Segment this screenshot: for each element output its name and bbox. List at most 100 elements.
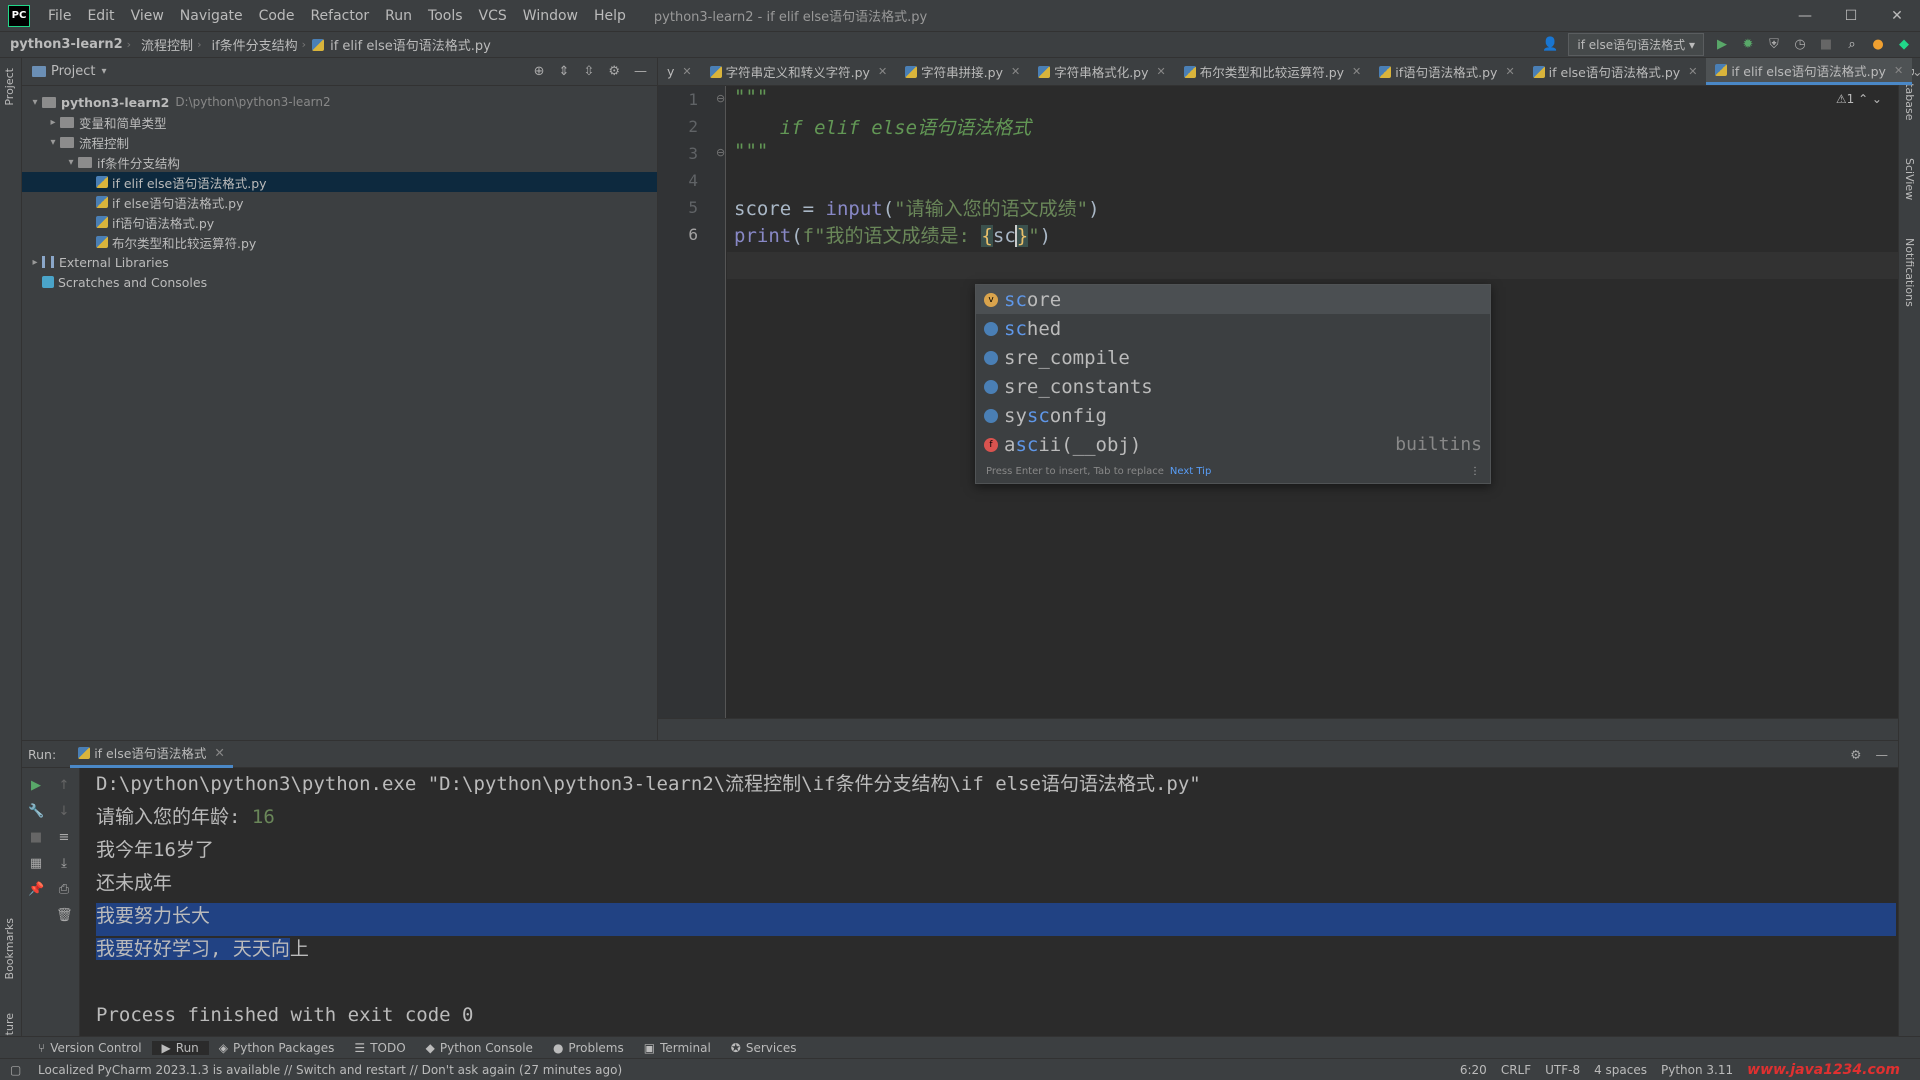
stop-icon[interactable]: ■ [1818, 37, 1834, 53]
stop-icon[interactable]: ■ [28, 830, 44, 846]
rerun-icon[interactable]: ▶ [28, 778, 44, 794]
close-icon[interactable]: ✕ [682, 65, 691, 78]
menu-run[interactable]: Run [377, 8, 420, 24]
editor-tab[interactable]: 布尔类型和比较运算符.py ✕ [1175, 58, 1371, 85]
python-packages-tab[interactable]: ◈ Python Packages [209, 1041, 345, 1055]
search-icon[interactable]: ⌕ [1844, 37, 1860, 53]
chevron-down-icon[interactable]: ⌄ [1912, 64, 1920, 79]
menu-vcs[interactable]: VCS [471, 8, 515, 24]
close-icon[interactable]: ✕ [1157, 65, 1166, 78]
run-tool-tab[interactable]: ▶ Run [151, 1040, 209, 1055]
menu-code[interactable]: Code [251, 8, 303, 24]
editor-tab[interactable]: y ✕ [658, 58, 701, 85]
menu-edit[interactable]: Edit [79, 8, 122, 24]
notifications-tool-button[interactable]: Notifications [1903, 238, 1916, 307]
run-console[interactable]: D:\python\python3\python.exe "D:\python\… [80, 768, 1898, 1036]
close-icon[interactable]: ✕ [1505, 65, 1514, 78]
warning-indicator[interactable]: ⚠1 ⌃ ⌄ [1836, 92, 1882, 106]
caret-position[interactable]: 6:20 [1460, 1063, 1487, 1077]
editor-tab[interactable]: if elif else语句语法格式.py ✕ [1706, 58, 1913, 85]
editor-tab[interactable]: if else语句语法格式.py ✕ [1524, 58, 1707, 85]
menu-file[interactable]: File [40, 8, 79, 24]
sciview-tool-button[interactable]: SciView [1903, 158, 1916, 200]
next-tip-link[interactable]: Next Tip [1170, 466, 1211, 477]
menu-help[interactable]: Help [586, 8, 634, 24]
menu-window[interactable]: Window [515, 8, 586, 24]
menu-navigate[interactable]: Navigate [172, 8, 251, 24]
tree-item[interactable]: ▾ 流程控制 [22, 132, 657, 152]
tree-item[interactable]: Scratches and Consoles [22, 272, 657, 292]
chevron-down-icon[interactable]: ▾ [28, 97, 42, 108]
close-window-button[interactable]: ✕ [1874, 8, 1920, 24]
close-icon[interactable]: ✕ [214, 745, 224, 760]
maximize-button[interactable]: ☐ [1828, 8, 1874, 24]
locate-icon[interactable]: ⊕ [534, 64, 545, 79]
indent-setting[interactable]: 4 spaces [1594, 1063, 1647, 1077]
menu-view[interactable]: View [123, 8, 172, 24]
breadcrumb-folder[interactable]: 流程控制 [131, 35, 197, 54]
editor-tab[interactable]: 字符串拼接.py ✕ [896, 58, 1029, 85]
menu-tools[interactable]: Tools [420, 8, 471, 24]
breadcrumb-file[interactable]: if elif else语句语法格式.py [328, 35, 495, 54]
chevron-right-icon[interactable]: ▸ [28, 257, 42, 268]
print-icon[interactable]: ⎙ [56, 882, 72, 898]
close-icon[interactable]: ✕ [878, 65, 887, 78]
down-icon[interactable]: ↓ [56, 804, 72, 820]
close-icon[interactable]: ✕ [1894, 64, 1903, 77]
chevron-right-icon[interactable]: ▸ [46, 117, 60, 128]
run-icon[interactable]: ▶ [1714, 37, 1730, 53]
run-tab[interactable]: if else语句语法格式 ✕ [70, 740, 233, 768]
collapse-all-icon[interactable]: ⇳ [583, 64, 594, 79]
chevron-down-icon[interactable]: ▾ [64, 157, 78, 168]
pin-icon[interactable]: 📌 [28, 882, 44, 898]
editor-tab[interactable]: if语句语法格式.py ✕ [1370, 58, 1523, 85]
editor-tab[interactable]: 字符串定义和转义字符.py ✕ [701, 58, 897, 85]
project-panel-title[interactable]: Project [51, 64, 95, 79]
expand-all-icon[interactable]: ⇕ [559, 64, 570, 79]
coverage-icon[interactable]: ⛨ [1766, 37, 1782, 53]
completion-item[interactable]: sy sc onfig [976, 401, 1490, 430]
services-tab[interactable]: ✪ Services [721, 1041, 807, 1055]
todo-tab[interactable]: ☰ TODO [344, 1041, 415, 1055]
tree-item[interactable]: ▾ if条件分支结构 [22, 152, 657, 172]
breadcrumb-subfolder[interactable]: if条件分支结构 [201, 35, 301, 54]
tree-item[interactable]: ▸ External Libraries [22, 252, 657, 272]
tree-item[interactable]: if elif else语句语法格式.py [22, 172, 657, 192]
editor-tab[interactable]: 字符串格式化.py ✕ [1029, 58, 1175, 85]
version-control-tab[interactable]: ⑂ Version Control [28, 1041, 152, 1055]
terminal-tab[interactable]: ▣ Terminal [634, 1041, 721, 1055]
project-tool-button[interactable]: Project [3, 68, 16, 106]
hide-icon[interactable]: — [1876, 747, 1889, 762]
profile-icon[interactable]: ◷ [1792, 37, 1808, 53]
tree-item[interactable]: 布尔类型和比较运算符.py [22, 232, 657, 252]
tree-item[interactable]: if else语句语法格式.py [22, 192, 657, 212]
trash-icon[interactable]: 🗑 [56, 908, 73, 924]
fold-icon[interactable]: ⊖ [716, 92, 725, 105]
minimize-button[interactable]: — [1782, 8, 1828, 24]
editor-horizontal-scrollbar[interactable] [658, 718, 1898, 740]
interpreter[interactable]: Python 3.11 [1661, 1063, 1733, 1077]
jetbrains-logo-icon[interactable]: ◆ [1896, 37, 1912, 53]
layout-icon[interactable]: ▦ [28, 856, 44, 872]
completion-item[interactable]: f a sc ii(__obj) builtins [976, 430, 1490, 459]
more-icon[interactable]: ⋮ [1470, 466, 1480, 477]
gear-icon[interactable]: ⚙ [1850, 747, 1861, 762]
python-console-tab[interactable]: ◆ Python Console [416, 1041, 543, 1055]
soft-wrap-icon[interactable]: ≡ [56, 830, 72, 846]
run-config-dropdown[interactable]: if else语句语法格式 ▾ [1568, 33, 1704, 56]
status-toggle-icon[interactable]: ▢ [10, 1063, 21, 1077]
scroll-to-end-icon[interactable]: ⤓ [56, 856, 72, 872]
fold-icon[interactable]: ⊖ [716, 146, 725, 159]
close-icon[interactable]: ✕ [1688, 65, 1697, 78]
hide-icon[interactable]: — [634, 64, 647, 79]
bookmarks-tool-button[interactable]: Bookmarks [3, 918, 16, 979]
tree-item[interactable]: ▾ python3-learn2 D:\python\python3-learn2 [22, 92, 657, 112]
chevron-down-icon[interactable]: ▾ [101, 66, 106, 77]
line-separator[interactable]: CRLF [1501, 1063, 1531, 1077]
problems-tab[interactable]: ● Problems [543, 1041, 634, 1055]
close-icon[interactable]: ✕ [1352, 65, 1361, 78]
breadcrumb-project[interactable]: python3-learn2 [0, 37, 127, 52]
completion-item[interactable]: sc hed [976, 314, 1490, 343]
file-encoding[interactable]: UTF-8 [1545, 1063, 1580, 1077]
up-icon[interactable]: ↑ [56, 778, 72, 794]
